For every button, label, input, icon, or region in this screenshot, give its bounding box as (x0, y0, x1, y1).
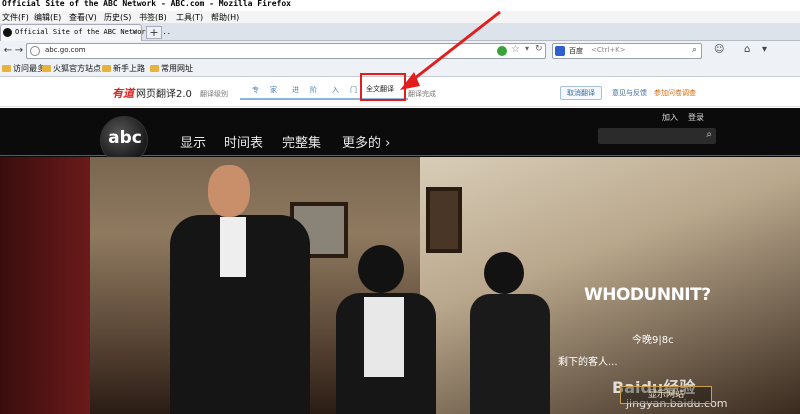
window-title: Official Site of the ABC Network - ABC.c… (2, 0, 291, 8)
search-bar[interactable]: 百度 <Ctrl+K> ⌕ (552, 43, 702, 59)
folder-icon (150, 65, 159, 72)
youdao-title: 网页翻译2.0 (136, 89, 192, 100)
cancel-translation-button[interactable]: 取消翻译 (560, 86, 602, 100)
url-bar[interactable]: abc.go.com ☆ ▾ ↻ (26, 43, 546, 59)
level-step[interactable]: 进 (292, 85, 299, 95)
search-icon[interactable]: ⌕ (692, 45, 697, 55)
window-titlebar: Official Site of the ABC Network - ABC.c… (0, 0, 800, 11)
menu-view[interactable]: 查看(V) (69, 12, 97, 23)
close-icon[interactable]: × (131, 27, 138, 36)
menu-bar: 文件(F) 编辑(E) 查看(V) 历史(S) 书签(B) 工具(T) 帮助(H… (0, 11, 800, 23)
baidu-engine-icon[interactable] (555, 46, 565, 56)
login-link[interactable]: 登录 (688, 112, 704, 123)
addon-icon[interactable]: ☺ (714, 44, 724, 55)
level-step[interactable]: 家 (270, 85, 277, 95)
menu-help[interactable]: 帮助(H) (211, 12, 239, 23)
go-icon[interactable] (497, 46, 507, 56)
hero-curtain (0, 157, 90, 414)
show-description: 剩下的客人... (558, 357, 618, 368)
bookmark-most-visited[interactable]: 访问最多 (2, 63, 45, 74)
folder-icon (2, 65, 11, 72)
translation-level-label: 翻译级别 (200, 90, 228, 98)
annotation-highlight-box (360, 73, 406, 101)
nav-shows[interactable]: 显示 (180, 132, 206, 151)
feedback-link[interactable]: 意见与反馈 (612, 88, 647, 98)
level-step[interactable]: 专 (252, 85, 259, 95)
level-step[interactable]: 阶 (310, 85, 317, 95)
abc-favicon-icon (3, 28, 12, 37)
globe-icon (30, 46, 40, 56)
youdao-logo: 有道 (112, 87, 134, 100)
hero-butler (150, 157, 350, 414)
bookmark-star-icon[interactable]: ☆ (511, 44, 520, 55)
show-site-button[interactable]: 显示网站 (620, 386, 712, 404)
forward-icon[interactable]: → (13, 44, 25, 57)
menu-history[interactable]: 历史(S) (104, 12, 131, 23)
chevron-down-icon[interactable]: ▾ (525, 44, 529, 53)
menu-bookmarks[interactable]: 书签(B) (139, 12, 167, 23)
bookmark-common-sites[interactable]: 常用网址 (150, 63, 193, 74)
hero-maid (330, 237, 450, 414)
join-link[interactable]: 加入 (662, 112, 678, 123)
menu-edit[interactable]: 编辑(E) (34, 12, 61, 23)
folder-icon (102, 65, 111, 72)
nav-schedule[interactable]: 时间表 (224, 132, 263, 151)
url-input[interactable]: abc.go.com (45, 46, 86, 54)
new-tab-button[interactable]: + (146, 26, 162, 39)
nav-full-episodes[interactable]: 完整集 (282, 132, 321, 151)
reload-icon[interactable]: ↻ (535, 44, 543, 54)
level-step[interactable]: 门 (350, 85, 357, 95)
menu-tools[interactable]: 工具(T) (176, 12, 203, 23)
site-header: abc 显示 时间表 完整集 更多的 › 加入 登录 ⌕ (0, 108, 800, 164)
tab-bar: Official Site of the ABC Network -... × … (0, 23, 800, 41)
level-step[interactable]: 入 (332, 85, 339, 95)
tab-abc[interactable]: Official Site of the ABC Network -... × (0, 24, 171, 41)
hero-maid (470, 252, 560, 414)
survey-link[interactable]: 参加问卷调查 (654, 88, 696, 98)
bookmark-firefox-official[interactable]: 火狐官方站点 (42, 63, 101, 74)
search-icon[interactable]: ⌕ (706, 129, 712, 140)
abc-website: abc 显示 时间表 完整集 更多的 › 加入 登录 ⌕ WHODUNNIT? … (0, 108, 800, 414)
menu-file[interactable]: 文件(F) (2, 12, 29, 23)
search-engine-name: 百度 (569, 47, 583, 55)
folder-icon (42, 65, 51, 72)
nav-more[interactable]: 更多的 › (342, 132, 390, 151)
hero-banner[interactable]: WHODUNNIT? 今晚9|8c 剩下的客人... Baidu经验 jingy… (0, 157, 800, 414)
translation-done-label: 翻译完成 (408, 90, 436, 98)
home-icon[interactable]: ⌂ (744, 44, 750, 55)
show-airtime: 今晚9|8c (632, 335, 674, 346)
navigation-toolbar: ← → abc.go.com ☆ ▾ ↻ 百度 <Ctrl+K> ⌕ ☺ ⌂ ▾ (0, 41, 800, 61)
search-input[interactable]: <Ctrl+K> (591, 46, 626, 54)
menu-dropdown-icon[interactable]: ▾ (762, 44, 767, 55)
site-search-input[interactable]: ⌕ (598, 128, 716, 144)
show-title: WHODUNNIT? (584, 285, 711, 305)
bookmark-getting-started[interactable]: 新手上路 (102, 63, 145, 74)
